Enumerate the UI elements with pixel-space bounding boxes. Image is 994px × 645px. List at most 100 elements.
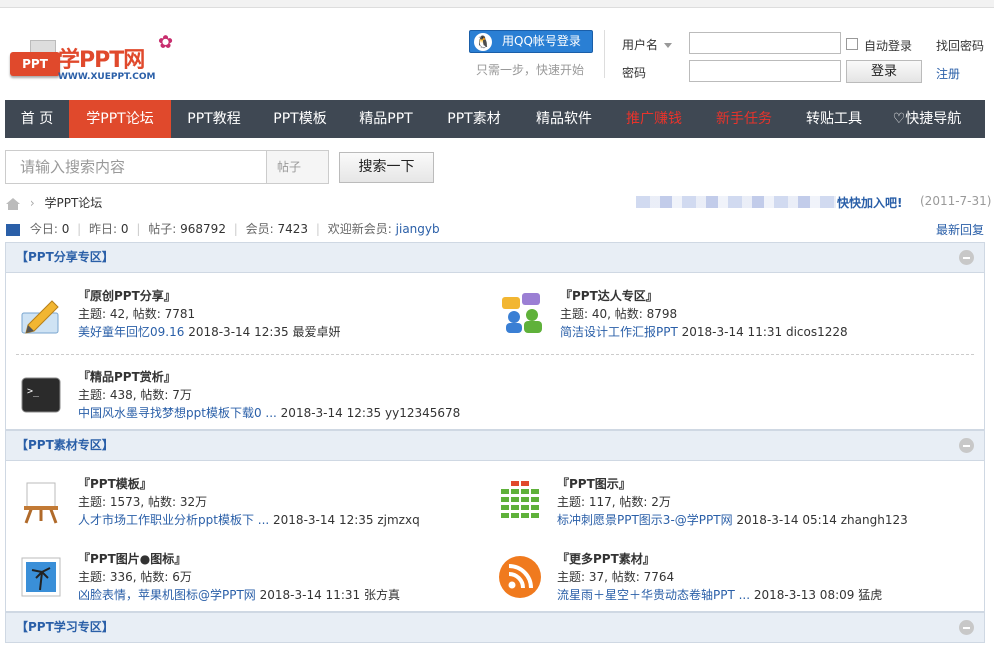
- breadcrumb-current[interactable]: 学PPT论坛: [44, 196, 102, 210]
- forum-last-post: 人才市场工作职业分析ppt模板下 ... 2018-3-14 12:35 zjm…: [78, 511, 420, 528]
- last-post-user[interactable]: 张方真: [364, 588, 400, 602]
- auto-login-label[interactable]: 自动登录: [864, 37, 912, 54]
- username-label[interactable]: 用户名: [622, 36, 673, 53]
- forum-stats-text: 主题: 438, 帖数: 7万: [78, 388, 192, 402]
- svg-text:>_: >_: [27, 386, 40, 397]
- last-post-user[interactable]: zhangh123: [841, 513, 908, 527]
- nav-home[interactable]: 首 页: [5, 100, 69, 138]
- collapse-icon[interactable]: [959, 620, 974, 635]
- rss-icon[interactable]: [497, 554, 543, 600]
- logo-badge: PPT: [10, 52, 60, 76]
- nav-forum[interactable]: 学PPT论坛: [69, 100, 171, 138]
- site-logo[interactable]: PPT 学PPT网 WWW.XUEPPT.COM ✿: [8, 30, 188, 90]
- last-post-user[interactable]: dicos1228: [786, 325, 848, 339]
- last-post-link[interactable]: 标冲刺愿景PPT图示3-@学PPT网: [557, 513, 733, 527]
- nav-material[interactable]: PPT素材: [429, 100, 519, 138]
- forum-item: 『PPT图片●图标』 主题: 336, 帖数: 6万 凶脸表情，苹果机图标@学P…: [18, 550, 458, 610]
- nav-quick-nav-label: 快捷导航: [905, 111, 962, 127]
- terminal-icon[interactable]: >_: [18, 372, 64, 418]
- forum-stats: 今日: 0 | 昨日: 0 | 帖子: 968792 | 会员: 7423 | …: [6, 220, 440, 237]
- search-type-select[interactable]: 帖子: [267, 150, 329, 184]
- notice-text[interactable]: 快快加入吧!: [837, 194, 902, 211]
- collapse-icon[interactable]: [959, 250, 974, 265]
- qq-login-label: 用QQ帐号登录: [502, 34, 581, 48]
- equalizer-icon[interactable]: [497, 479, 543, 525]
- username-label-text: 用户名: [622, 38, 659, 52]
- forum-name[interactable]: 『PPT图示』: [557, 475, 631, 492]
- nav-newbie-task[interactable]: 新手任务: [699, 100, 789, 138]
- forum-item: 『PPT达人专区』 主题: 40, 帖数: 8798 简洁设计工作汇报PPT 2…: [500, 287, 940, 347]
- forum-name[interactable]: 『PPT达人专区』: [560, 287, 658, 304]
- welcome-label: 欢迎新会员:: [327, 222, 392, 236]
- forum-divider: [16, 354, 974, 355]
- people-icon[interactable]: [500, 291, 546, 337]
- forum-stats-text: 主题: 42, 帖数: 7781: [78, 307, 196, 321]
- last-post-user[interactable]: yy12345678: [385, 406, 460, 420]
- forum-item: 『PPT图示』 主题: 117, 帖数: 2万 标冲刺愿景PPT图示3-@学PP…: [497, 475, 937, 535]
- nav-promote[interactable]: 推广赚钱: [609, 100, 699, 138]
- section-title[interactable]: 【PPT素材专区】: [16, 438, 114, 452]
- search-input[interactable]: 请输入搜索内容: [5, 150, 267, 184]
- forum-last-post: 简洁设计工作汇报PPT 2018-3-14 11:31 dicos1228: [560, 323, 848, 340]
- logo-text: 学PPT网: [58, 48, 145, 73]
- latest-reply-link[interactable]: 最新回复: [936, 221, 984, 238]
- image-icon[interactable]: [18, 554, 64, 600]
- stats-chart-icon: [6, 223, 20, 236]
- register-link[interactable]: 注册: [936, 65, 960, 82]
- forgot-password-link[interactable]: 找回密码: [936, 37, 984, 54]
- qq-login-button[interactable]: 🐧 用QQ帐号登录: [469, 30, 593, 53]
- forum-name[interactable]: 『原创PPT分享』: [78, 287, 176, 304]
- blurred-notice: [636, 196, 836, 208]
- qq-login-hint: 只需一步，快速开始: [476, 63, 585, 77]
- main-nav: 首 页 学PPT论坛 PPT教程 PPT模板 精品PPT PPT素材 精品软件 …: [5, 100, 985, 138]
- last-post-time: 2018-3-14 11:31: [259, 588, 361, 602]
- last-post-link[interactable]: 美好童年回忆09.16: [78, 325, 184, 339]
- section-header: 【PPT学习专区】: [5, 612, 985, 643]
- search-button[interactable]: 搜索一下: [339, 152, 434, 183]
- last-post-time: 2018-3-14 12:35: [188, 325, 289, 339]
- last-post-link[interactable]: 凶脸表情，苹果机图标@学PPT网: [78, 588, 256, 602]
- section-header: 【PPT素材专区】: [5, 430, 985, 461]
- chevron-down-icon: [664, 43, 673, 48]
- new-member-link[interactable]: jiangyb: [396, 222, 440, 236]
- forum-stats-text: 主题: 40, 帖数: 8798: [560, 307, 678, 321]
- password-input[interactable]: [689, 60, 841, 82]
- forum-name[interactable]: 『PPT图片●图标』: [78, 550, 186, 567]
- today-count: 0: [61, 222, 70, 236]
- nav-premium[interactable]: 精品PPT: [343, 100, 429, 138]
- last-post-link[interactable]: 中国风水墨寻找梦想ppt模板下载0 ...: [78, 406, 277, 420]
- yesterday-count: 0: [120, 222, 129, 236]
- section-header: 【PPT分享专区】: [5, 242, 985, 273]
- last-post-link[interactable]: 流星雨＋星空＋华贵动态卷轴PPT ...: [557, 588, 750, 602]
- top-strip: [0, 0, 994, 8]
- section-title[interactable]: 【PPT学习专区】: [16, 620, 114, 634]
- easel-icon[interactable]: [18, 479, 64, 525]
- last-post-user[interactable]: 猛虎: [858, 588, 882, 602]
- nav-repost-tool[interactable]: 转贴工具: [789, 100, 879, 138]
- nav-quick-nav[interactable]: ♡快捷导航: [879, 100, 975, 138]
- section-title[interactable]: 【PPT分享专区】: [16, 250, 114, 264]
- forum-name[interactable]: 『PPT模板』: [78, 475, 152, 492]
- login-button[interactable]: 登录: [846, 60, 922, 83]
- forum-last-post: 标冲刺愿景PPT图示3-@学PPT网 2018-3-14 05:14 zhang…: [557, 511, 908, 528]
- last-post-link[interactable]: 人才市场工作职业分析ppt模板下 ...: [78, 513, 269, 527]
- last-post-time: 2018-3-14 05:14: [736, 513, 837, 527]
- last-post-user[interactable]: 最爱卓妍: [293, 325, 341, 339]
- auto-login-checkbox[interactable]: [846, 38, 858, 50]
- qq-penguin-icon: 🐧: [474, 33, 492, 51]
- collapse-icon[interactable]: [959, 438, 974, 453]
- forum-name[interactable]: 『更多PPT素材』: [557, 550, 655, 567]
- username-input[interactable]: [689, 32, 841, 54]
- home-icon[interactable]: [6, 197, 20, 210]
- last-post-time: 2018-3-14 11:31: [681, 325, 783, 339]
- last-post-link[interactable]: 简洁设计工作汇报PPT: [560, 325, 678, 339]
- pencil-icon[interactable]: [18, 291, 64, 337]
- members-label: 会员:: [245, 222, 274, 236]
- forum-name[interactable]: 『精品PPT赏析』: [78, 368, 176, 385]
- last-post-user[interactable]: zjmzxq: [377, 513, 419, 527]
- nav-tutorial[interactable]: PPT教程: [171, 100, 257, 138]
- nav-software[interactable]: 精品软件: [519, 100, 609, 138]
- nav-template[interactable]: PPT模板: [257, 100, 343, 138]
- breadcrumb: › 学PPT论坛: [6, 194, 102, 211]
- password-label: 密码: [622, 66, 647, 80]
